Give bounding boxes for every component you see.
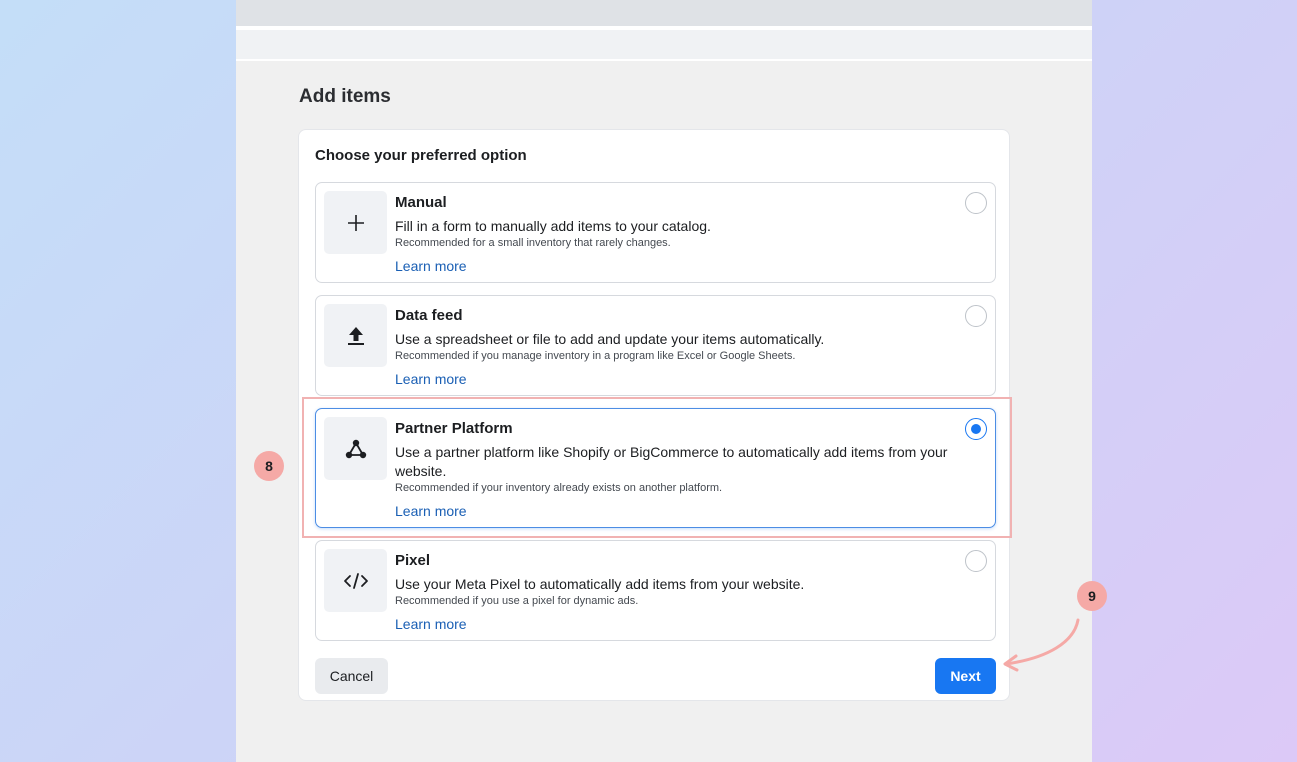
option-description: Fill in a form to manually add items to … xyxy=(395,218,711,234)
step-8-badge: 8 xyxy=(254,451,284,481)
option-recommendation: Recommended if you manage inventory in a… xyxy=(395,350,796,362)
option-description: Use a spreadsheet or file to add and upd… xyxy=(395,331,825,347)
upload-icon xyxy=(324,304,387,367)
learn-more-link[interactable]: Learn more xyxy=(395,615,467,634)
option-title: Data feed xyxy=(395,307,463,324)
option-recommendation: Recommended if you use a pixel for dynam… xyxy=(395,595,639,607)
option-title: Pixel xyxy=(395,552,431,569)
option-radio[interactable] xyxy=(965,305,987,327)
top-bar xyxy=(236,0,1092,26)
code-icon xyxy=(324,549,387,612)
option-data-feed[interactable]: Data feed Use a spreadsheet or file to a… xyxy=(315,295,996,396)
app-window: Add items Choose your preferred option M… xyxy=(236,0,1092,762)
option-manual[interactable]: Manual Fill in a form to manually add it… xyxy=(315,182,996,283)
option-pixel[interactable]: Pixel Use your Meta Pixel to automatical… xyxy=(315,540,996,641)
card-title: Choose your preferred option xyxy=(315,147,527,164)
step-9-badge: 9 xyxy=(1077,581,1107,611)
learn-more-link[interactable]: Learn more xyxy=(395,370,467,389)
partner-platform-highlight xyxy=(302,397,1012,538)
sub-header-bar xyxy=(236,30,1092,59)
option-recommendation: Recommended for a small inventory that r… xyxy=(395,237,671,249)
next-button[interactable]: Next xyxy=(935,658,996,694)
option-radio[interactable] xyxy=(965,550,987,572)
page-title: Add items xyxy=(299,86,391,107)
cancel-button[interactable]: Cancel xyxy=(315,658,388,694)
sub-header-divider xyxy=(236,59,1092,61)
learn-more-link[interactable]: Learn more xyxy=(395,257,467,276)
option-title: Manual xyxy=(395,194,447,211)
option-description: Use your Meta Pixel to automatically add… xyxy=(395,576,805,592)
option-radio[interactable] xyxy=(965,192,987,214)
plus-icon xyxy=(324,191,387,254)
arrow-icon xyxy=(1003,618,1080,672)
